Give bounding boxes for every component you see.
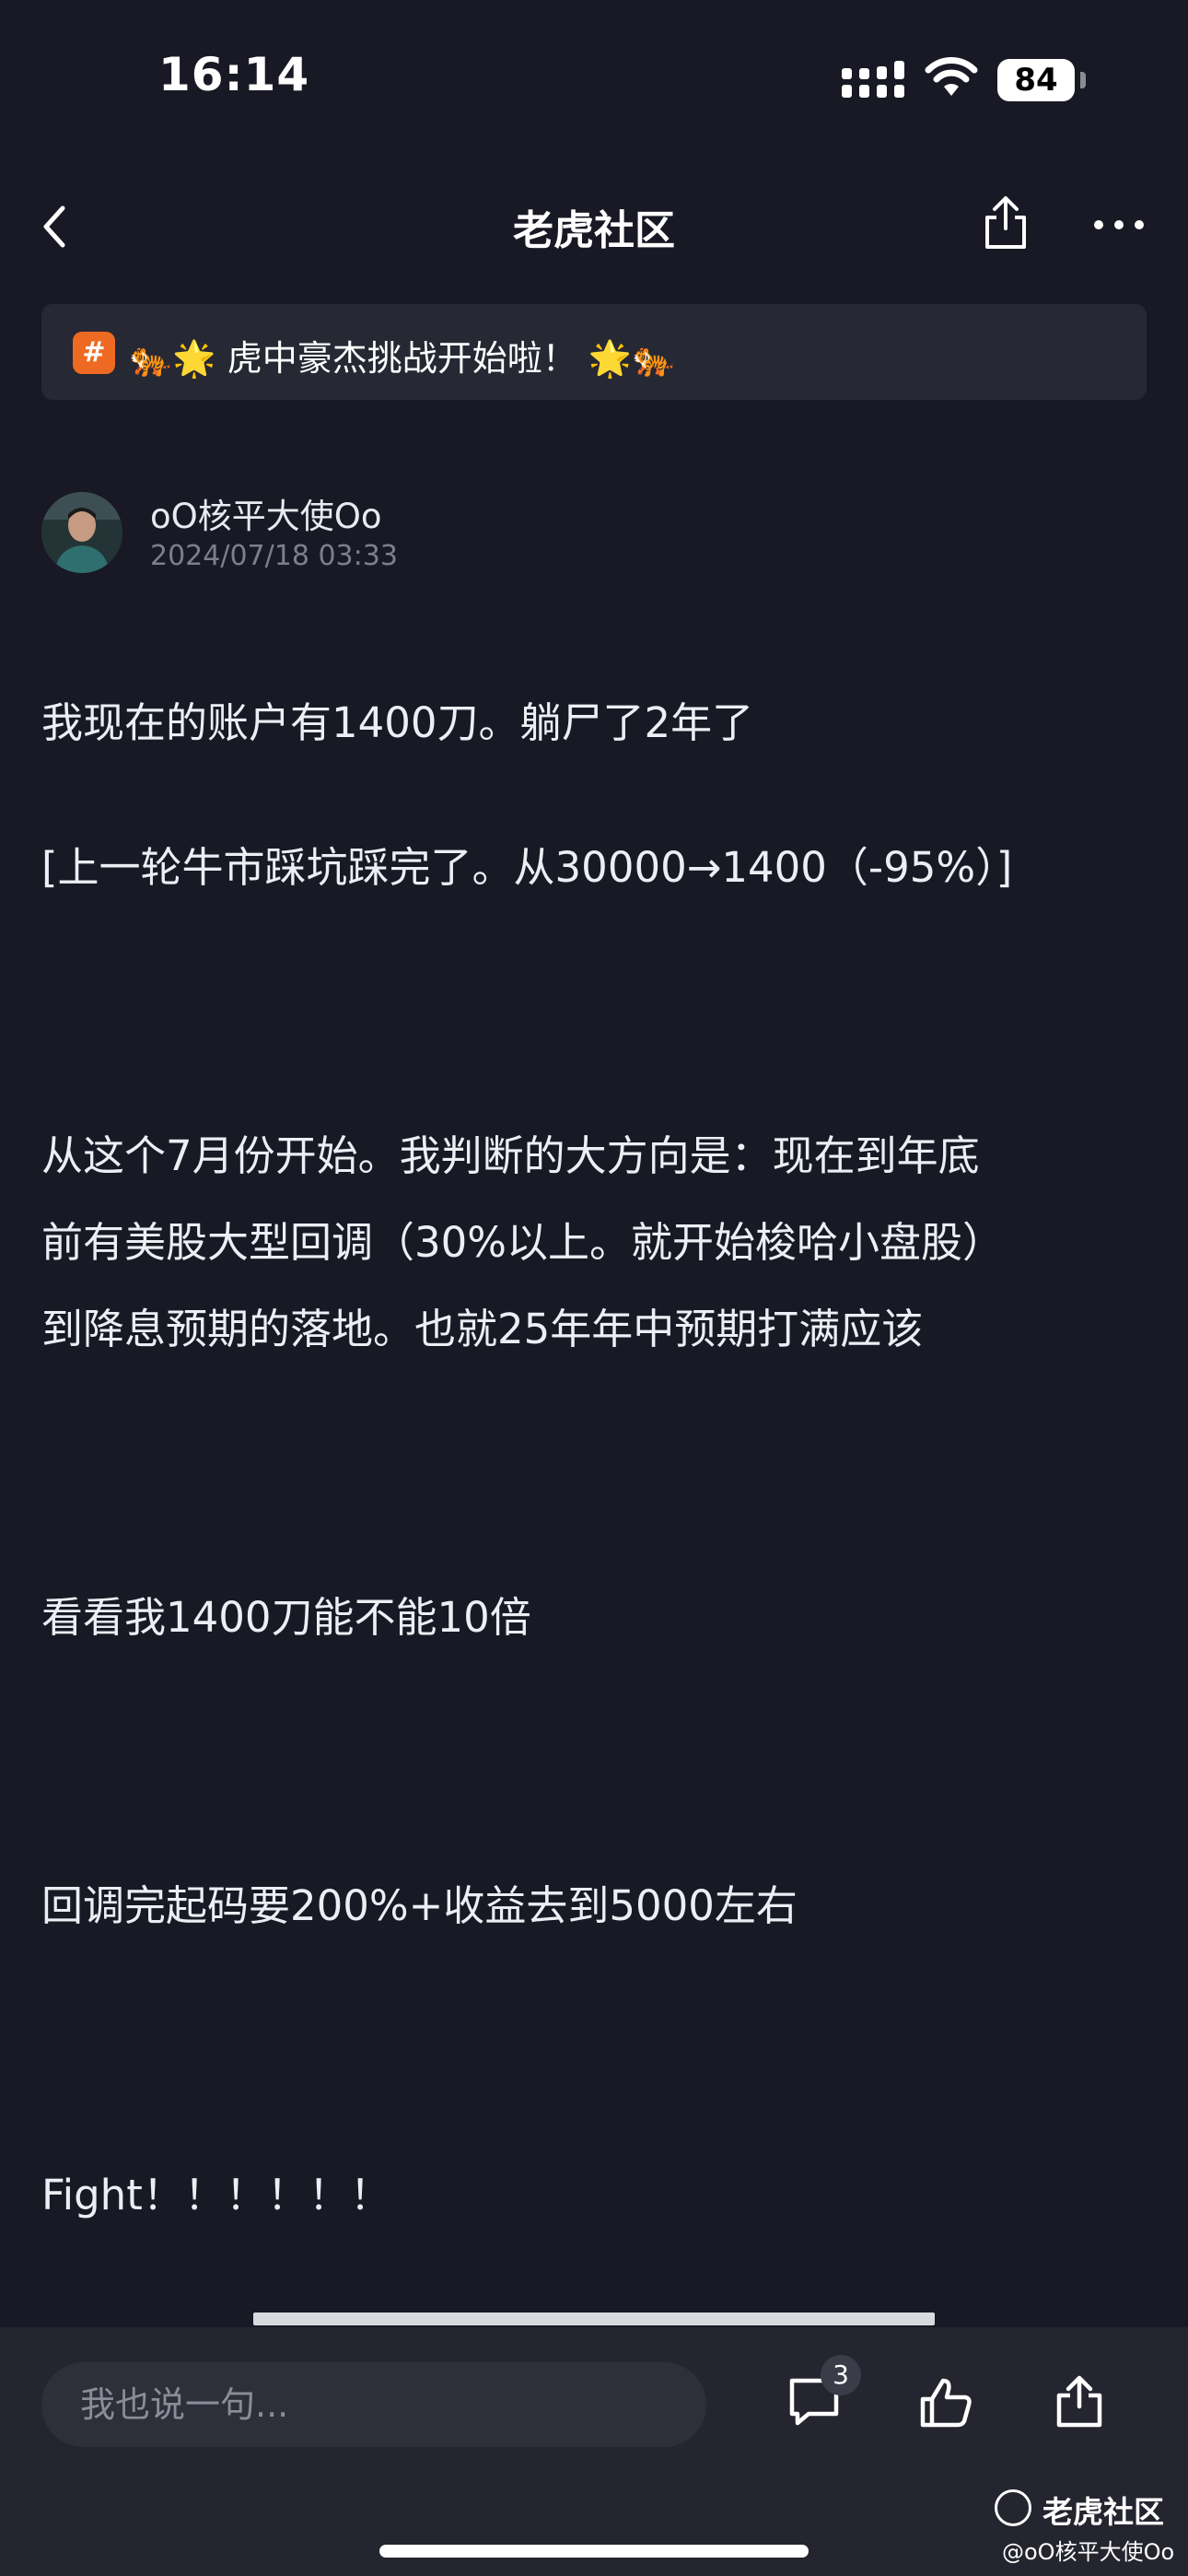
wifi-icon — [925, 57, 978, 96]
hashtag-icon: # — [73, 332, 115, 374]
more-horizontal-icon[interactable] — [1091, 205, 1147, 245]
post-paragraph: 回调完起码要200%+收益去到5000左右 — [41, 1881, 798, 1930]
status-bar: 16:14 84 — [0, 0, 1188, 157]
comment-input[interactable]: 我也说一句... — [41, 2362, 706, 2447]
cellular-signal-icon — [842, 61, 904, 98]
comment-count-badge: 3 — [821, 2355, 861, 2395]
post-paragraph: 我现在的账户有1400刀。躺尸了2年了 — [41, 698, 754, 747]
post-paragraph: 从这个7月份开始。我判断的大方向是：现在到年底 — [41, 1131, 980, 1180]
banner-text: 🐅🌟 虎中豪杰挑战开始啦！ 🌟🐅 — [129, 338, 676, 379]
watermark-user: @oO核平大使Oo — [1002, 2539, 1175, 2565]
like-icon[interactable] — [917, 2375, 974, 2430]
tiger-logo-icon — [995, 2489, 1031, 2526]
watermark-brand: 老虎社区 — [1042, 2494, 1164, 2530]
status-time: 16:14 — [158, 48, 310, 101]
topic-banner[interactable]: # 🐅🌟 虎中豪杰挑战开始啦！ 🌟🐅 — [41, 304, 1147, 400]
post-paragraph: 看看我1400刀能不能10倍 — [41, 1593, 531, 1642]
nav-bar: 老虎社区 — [0, 175, 1188, 276]
scroll-indicator[interactable] — [253, 2313, 935, 2325]
post-paragraph: Fight！！！！！！ — [41, 2171, 391, 2219]
forward-icon[interactable] — [1052, 2373, 1107, 2430]
post-paragraph: [上一轮牛市踩坑踩完了。从30000→1400（-95%）] — [41, 843, 1013, 892]
author-name[interactable]: oO核平大使Oo — [150, 488, 382, 538]
battery-indicator: 84 — [997, 59, 1086, 101]
bottom-action-bar: 我也说一句... 3 老虎社区 @oO核平大使Oo — [0, 2327, 1188, 2576]
avatar[interactable] — [41, 492, 122, 573]
author-info[interactable]: oO核平大使Oo 2024/07/18 03:33 — [41, 488, 870, 580]
post-paragraph: 到降息预期的落地。也就25年年中预期打满应该 — [41, 1305, 924, 1353]
post-paragraph: 前有美股大型回调（30%以上。就开始梭哈小盘股） — [41, 1218, 1005, 1267]
home-indicator — [379, 2545, 809, 2558]
share-icon[interactable] — [978, 193, 1033, 252]
post-timestamp: 2024/07/18 03:33 — [150, 540, 398, 572]
